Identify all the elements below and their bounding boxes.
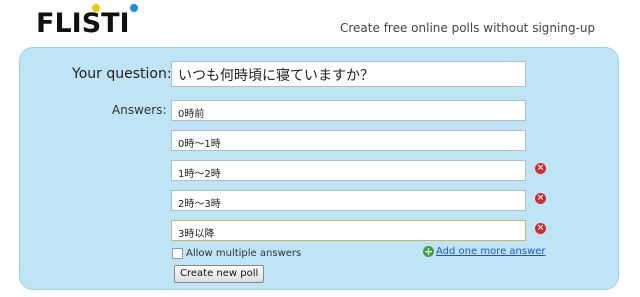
question-input[interactable]: いつも何時頃に寝ていますか？ <box>171 61 526 87</box>
answer-input-3[interactable]: 1時～2時 <box>171 160 526 181</box>
allow-multiple-label: Allow multiple answers <box>186 248 302 259</box>
question-label: Your question: <box>72 66 172 82</box>
answer-input-1[interactable]: 0時前 <box>171 100 526 121</box>
answers-label: Answers: <box>112 103 167 117</box>
remove-answer-4-icon[interactable]: × <box>535 193 546 204</box>
answer-input-4[interactable]: 2時～3時 <box>171 190 526 211</box>
answer-input-2[interactable]: 0時～1時 <box>171 130 526 151</box>
allow-multiple-checkbox[interactable] <box>172 248 183 259</box>
add-answer-link[interactable]: Add one more answer <box>436 246 546 257</box>
tagline: Create free online polls without signing… <box>340 21 596 35</box>
logo: FLISTI <box>36 4 138 40</box>
logo-text: FLISTI <box>36 8 130 39</box>
logo-blue-dot <box>130 4 138 12</box>
create-poll-button[interactable]: Create new poll <box>174 265 265 283</box>
logo-yellow-dot <box>92 4 100 12</box>
add-answer-icon[interactable]: + <box>423 246 434 257</box>
remove-answer-3-icon[interactable]: × <box>535 163 546 174</box>
answer-input-5[interactable]: 3時以降 <box>171 220 526 241</box>
remove-answer-5-icon[interactable]: × <box>535 223 546 234</box>
